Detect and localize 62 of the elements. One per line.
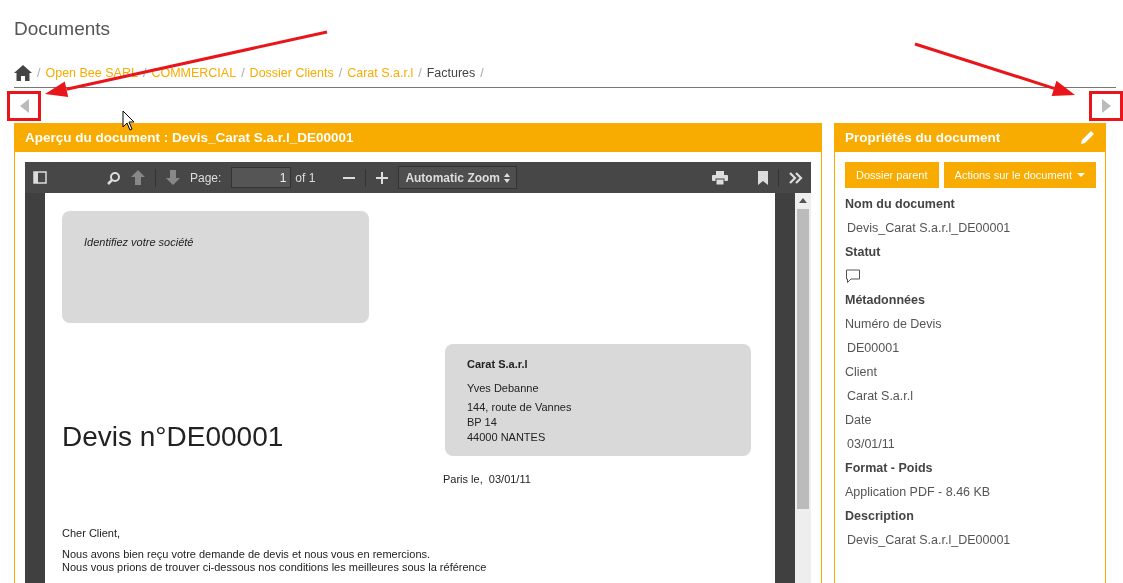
property-heading: Description <box>845 508 915 525</box>
scroll-up-icon[interactable] <box>799 198 807 203</box>
actions-dropdown-button[interactable]: Actions sur le document <box>943 162 1096 188</box>
panel-title: Aperçu du document : Devis_Carat S.a.r.l_DE00001 <box>25 130 354 145</box>
address-line: Yves Debanne <box>467 381 540 396</box>
breadcrumb-separator: / <box>480 65 484 80</box>
breadcrumb-link[interactable]: Dossier Clients <box>249 65 334 80</box>
search-icon[interactable] <box>107 170 121 185</box>
next-button[interactable] <box>1089 90 1123 121</box>
page-label: Page: <box>190 170 222 185</box>
left-triangle-icon <box>19 98 29 113</box>
breadcrumb-separator: / <box>241 65 245 80</box>
breadcrumb-separator: / <box>418 65 422 80</box>
panel-title: Propriétés du document <box>845 130 1001 145</box>
address-line: BP 14 <box>467 415 498 430</box>
page-number-field[interactable]: 1 <box>231 167 292 188</box>
document-heading: Devis n°DE00001 <box>62 421 285 453</box>
plus-icon[interactable] <box>376 171 389 184</box>
breadcrumb-link[interactable]: Carat S.a.r.l <box>347 65 414 80</box>
down-arrow-icon[interactable] <box>166 170 180 185</box>
address-line: 44000 NANTES <box>467 430 547 445</box>
bookmark-icon[interactable] <box>758 170 768 185</box>
property-heading: Métadonnées <box>845 292 926 309</box>
comment-icon[interactable] <box>845 268 861 284</box>
address-line: 144, route de Vannes <box>467 400 573 415</box>
property-label: Client <box>845 364 878 381</box>
property-label: Date <box>845 412 873 429</box>
up-down-caret-icon <box>504 172 511 183</box>
greeting: Cher Client, <box>62 527 122 539</box>
property-value: Devis_Carat S.a.r.l_DE00001 <box>846 220 1012 237</box>
breadcrumb-separator: / <box>37 65 41 80</box>
body-text: Nous avons bien reçu votre demande de devis et nous vous en remercions. <box>62 548 432 561</box>
property-heading: Statut <box>845 244 882 261</box>
zoom-select[interactable]: Automatic Zoom <box>398 166 518 189</box>
breadcrumb-separator: / <box>338 65 343 80</box>
up-arrow-icon[interactable] <box>131 170 145 185</box>
page-title: Documents <box>14 17 112 41</box>
property-label: Application PDF - 8.46 KB <box>845 484 992 501</box>
page-count: of 1 <box>295 170 316 185</box>
property-value: Devis_Carat S.a.r.l_DE00001 <box>846 532 1012 549</box>
property-value: Carat S.a.r.l <box>846 388 914 405</box>
place-date: Paris le, 03/01/11 <box>443 473 532 485</box>
right-triangle-icon <box>1101 98 1111 113</box>
previous-button[interactable] <box>7 90 41 121</box>
recipient-name: Carat S.a.r.l <box>467 358 529 371</box>
scrollbar[interactable] <box>795 193 811 583</box>
property-label: Numéro de Devis <box>845 316 943 333</box>
mouse-cursor-icon <box>122 110 135 131</box>
parent-folder-button[interactable]: Dossier parent <box>845 162 939 188</box>
property-value: DE00001 <box>846 340 901 357</box>
double-chevron-icon[interactable] <box>789 171 803 184</box>
breadcrumb-link[interactable]: Factures <box>426 65 476 80</box>
property-heading: Nom du document <box>845 196 956 213</box>
property-heading: Format - Poids <box>845 460 934 477</box>
minus-icon[interactable] <box>343 176 356 179</box>
property-value: 03/01/11 <box>846 436 896 453</box>
home-icon[interactable] <box>14 64 32 81</box>
breadcrumb-link[interactable]: COMMERCIAL <box>151 65 237 80</box>
company-hint: Identifiez votre société <box>84 236 195 248</box>
print-icon[interactable] <box>712 170 728 185</box>
sidebar-toggle-icon[interactable] <box>33 171 47 184</box>
body-text: Nous vous prions de trouver ci-dessous nos conditions les meilleures sous la référence <box>62 561 488 574</box>
